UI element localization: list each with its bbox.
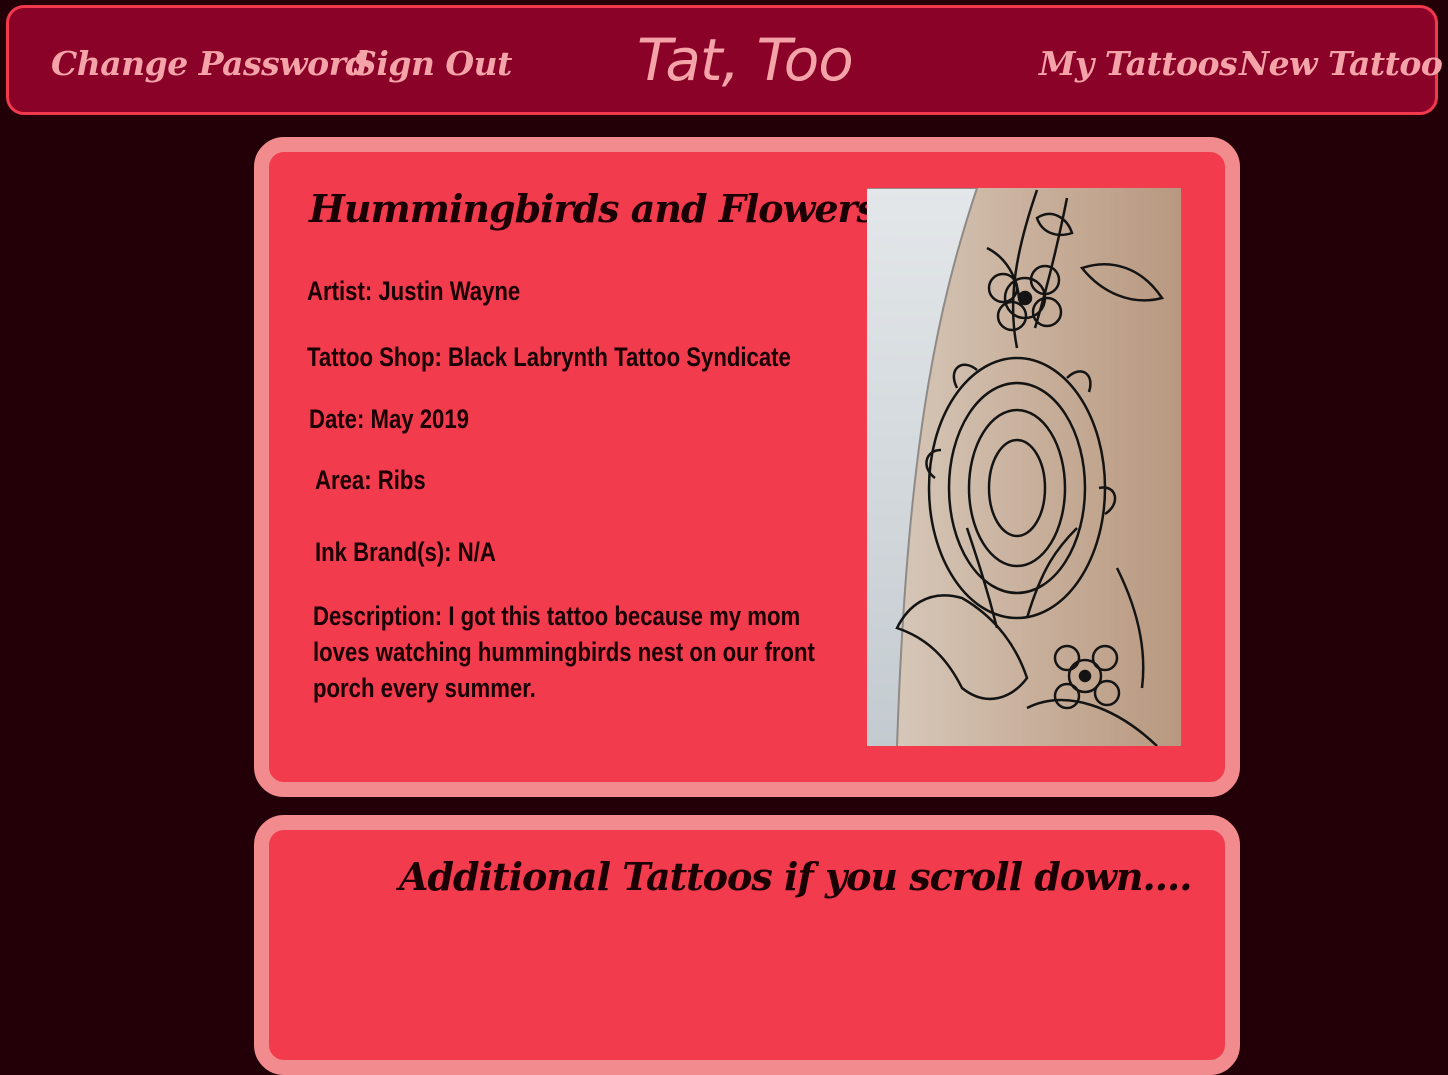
additional-tattoos-title: Additional Tattoos if you scroll down...… bbox=[399, 854, 1192, 899]
sign-out-link[interactable]: Sign Out bbox=[353, 44, 512, 83]
area-value: Ribs bbox=[377, 465, 426, 495]
shop-label: Tattoo Shop: bbox=[307, 342, 442, 372]
tattoo-detail-card: Hummingbirds and Flowers Artist: Justin W… bbox=[254, 137, 1240, 797]
tattoo-title: Hummingbirds and Flowers bbox=[309, 186, 878, 231]
artist-label: Artist: bbox=[307, 276, 373, 306]
ink-label: Ink Brand(s): bbox=[315, 537, 452, 567]
additional-tattoos-card: Additional Tattoos if you scroll down...… bbox=[254, 815, 1240, 1075]
shop-field: Tattoo Shop: Black Labrynth Tattoo Syndic… bbox=[307, 342, 791, 373]
description-field: Description: I got this tattoo because m… bbox=[313, 598, 838, 706]
new-tattoo-link[interactable]: New Tattoo bbox=[1239, 44, 1443, 83]
date-value: May 2019 bbox=[370, 404, 470, 434]
change-password-link[interactable]: Change Password bbox=[51, 44, 369, 83]
area-field: Area: Ribs bbox=[315, 465, 426, 496]
area-label: Area: bbox=[315, 465, 372, 495]
tattoo-photo bbox=[867, 188, 1181, 746]
date-label: Date: bbox=[309, 404, 365, 434]
ink-field: Ink Brand(s): N/A bbox=[315, 537, 496, 568]
brand-logo[interactable]: Tat, Too bbox=[637, 26, 854, 94]
date-field: Date: May 2019 bbox=[309, 404, 469, 435]
shop-value: Black Labrynth Tattoo Syndicate bbox=[448, 342, 791, 372]
my-tattoos-link[interactable]: My Tattoos bbox=[1039, 44, 1238, 83]
artist-value: Justin Wayne bbox=[378, 276, 521, 306]
top-navbar: Change Password Sign Out Tat, Too My Tat… bbox=[6, 5, 1443, 115]
artist-field: Artist: Justin Wayne bbox=[307, 276, 520, 307]
ink-value: N/A bbox=[457, 537, 496, 567]
description-label: Description: bbox=[313, 601, 443, 631]
